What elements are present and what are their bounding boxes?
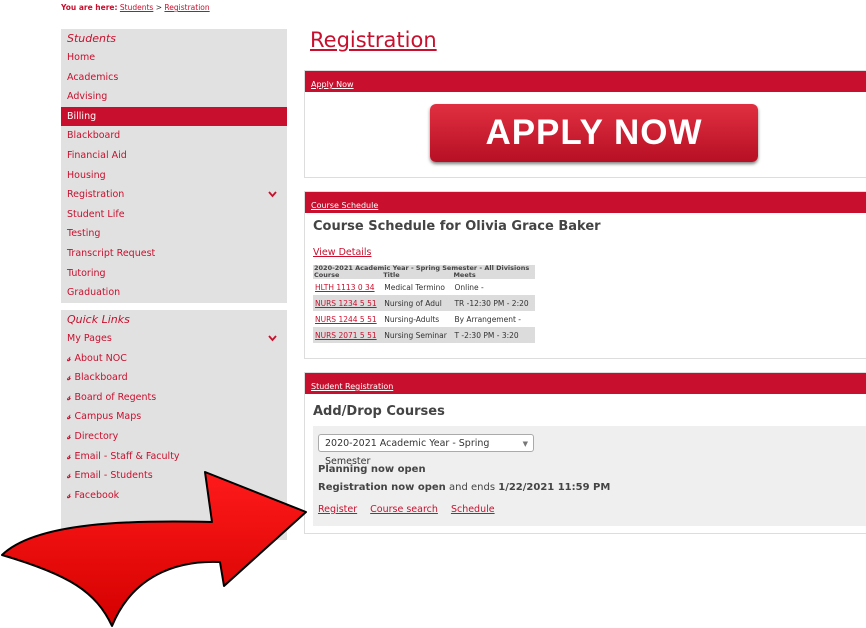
red-curved-arrow-icon [1,471,307,627]
